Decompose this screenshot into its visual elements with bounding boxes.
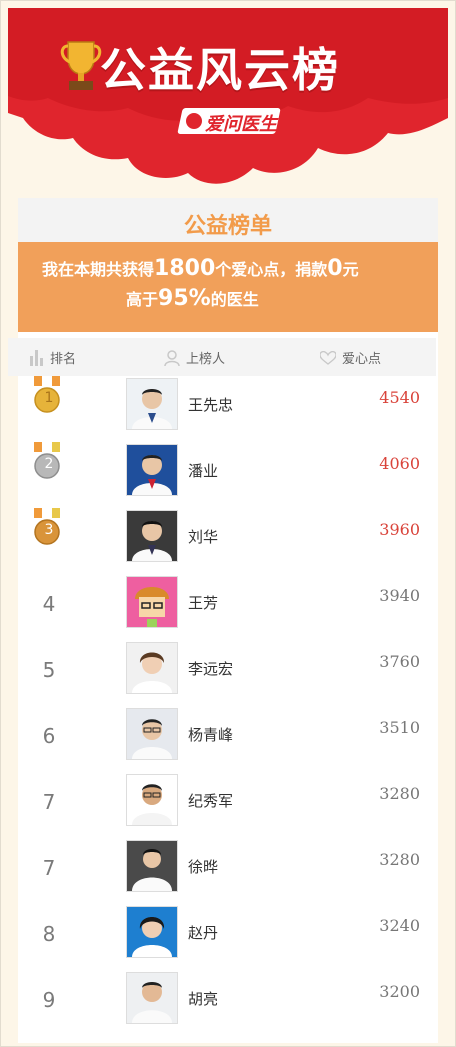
avatar[interactable]: [126, 642, 178, 694]
avatar[interactable]: [126, 906, 178, 958]
bar-chart-icon: [30, 349, 43, 366]
logo-icon: [186, 113, 202, 129]
rank-number: 2: [44, 456, 54, 472]
doctor-name[interactable]: 纪秀军: [188, 790, 233, 811]
summary-mid: 个爱心点，捐款: [215, 260, 328, 279]
column-user-label: 上榜人: [186, 352, 226, 367]
list-item[interactable]: 2 潘业 4060: [18, 442, 438, 510]
score-value: 3760: [379, 652, 420, 671]
doctor-name[interactable]: 李远宏: [188, 658, 233, 679]
avatar[interactable]: [126, 378, 178, 430]
doctor-name[interactable]: 潘业: [188, 460, 218, 481]
avatar[interactable]: [126, 444, 178, 496]
avatar[interactable]: [126, 708, 178, 760]
list-item[interactable]: 8 赵丹 3240: [18, 906, 438, 972]
doctor-name[interactable]: 王先忠: [188, 394, 233, 415]
summary-line2-prefix: 高于: [126, 290, 159, 309]
column-points: 爱心点: [320, 348, 381, 367]
page: 公益风云榜 爱问医生 公益榜单 我在本期共获得1800个爱心点，捐款0元 高于9…: [0, 0, 456, 1047]
doctor-name[interactable]: 杨青峰: [188, 724, 233, 745]
column-header: 排名 上榜人 爱心点: [8, 338, 436, 376]
summary-percent: 95%: [158, 286, 211, 311]
summary-line-2: 高于95%的医生: [126, 286, 259, 311]
avatar[interactable]: [126, 576, 178, 628]
rank-number: 4: [42, 592, 56, 616]
score-value: 3510: [379, 718, 420, 737]
score-value: 3280: [379, 850, 420, 869]
page-title: 公益风云榜: [100, 43, 340, 97]
rank-number: 3: [44, 522, 54, 538]
person-icon: [164, 349, 180, 366]
rank-number: 6: [42, 724, 56, 748]
heart-icon: [320, 350, 336, 365]
score-value: 3960: [379, 520, 420, 539]
list-item[interactable]: 4 王芳 3940: [18, 576, 438, 642]
trophy-icon: [60, 41, 102, 90]
rank-number: 7: [42, 790, 56, 814]
avatar[interactable]: [126, 510, 178, 562]
logo-text: 爱问医生: [205, 114, 277, 135]
list-item[interactable]: 7 徐晔 3280: [18, 840, 438, 906]
summary-box: 我在本期共获得1800个爱心点，捐款0元 高于95%的医生: [18, 242, 438, 332]
score-value: 4540: [379, 388, 420, 407]
score-value: 3940: [379, 586, 420, 605]
rank-number: 5: [42, 658, 56, 682]
rank-number: 7: [42, 856, 56, 880]
list-item[interactable]: 1 王先忠 4540: [18, 376, 438, 444]
doctor-name[interactable]: 刘华: [188, 526, 218, 547]
avatar[interactable]: [126, 972, 178, 1024]
summary-line-1: 我在本期共获得1800个爱心点，捐款0元: [42, 256, 359, 281]
list-item[interactable]: 5 李远宏 3760: [18, 642, 438, 708]
panel-header: 公益榜单: [18, 198, 438, 242]
doctor-name[interactable]: 徐晔: [188, 856, 218, 877]
column-points-label: 爱心点: [342, 352, 382, 367]
summary-line2-suffix: 的医生: [210, 290, 259, 309]
column-rank: 排名: [30, 348, 76, 367]
rank-number: 1: [44, 390, 54, 406]
rank-number: 8: [42, 922, 56, 946]
score-value: 3200: [379, 982, 420, 1001]
summary-suffix: 元: [342, 260, 359, 279]
panel-title: 公益榜单: [183, 214, 272, 239]
avatar[interactable]: [126, 774, 178, 826]
doctor-name[interactable]: 赵丹: [188, 922, 218, 943]
rank-number: 9: [42, 988, 56, 1012]
summary-donation: 0: [327, 256, 343, 281]
score-value: 3280: [379, 784, 420, 803]
doctor-name[interactable]: 胡亮: [188, 988, 218, 1009]
column-user: 上榜人: [164, 348, 225, 367]
doctor-name[interactable]: 王芳: [188, 592, 218, 613]
summary-prefix: 我在本期共获得: [42, 260, 155, 279]
avatar[interactable]: [126, 840, 178, 892]
list-item[interactable]: 7 纪秀军 3280: [18, 774, 438, 840]
list-item[interactable]: 9 胡亮 3200: [18, 972, 438, 1038]
list-item[interactable]: 3 刘华 3960: [18, 508, 438, 576]
score-value: 3240: [379, 916, 420, 935]
summary-points: 1800: [154, 256, 216, 281]
column-rank-label: 排名: [50, 352, 77, 367]
score-value: 4060: [379, 454, 420, 473]
list-item[interactable]: 6 杨青峰 3510: [18, 708, 438, 774]
